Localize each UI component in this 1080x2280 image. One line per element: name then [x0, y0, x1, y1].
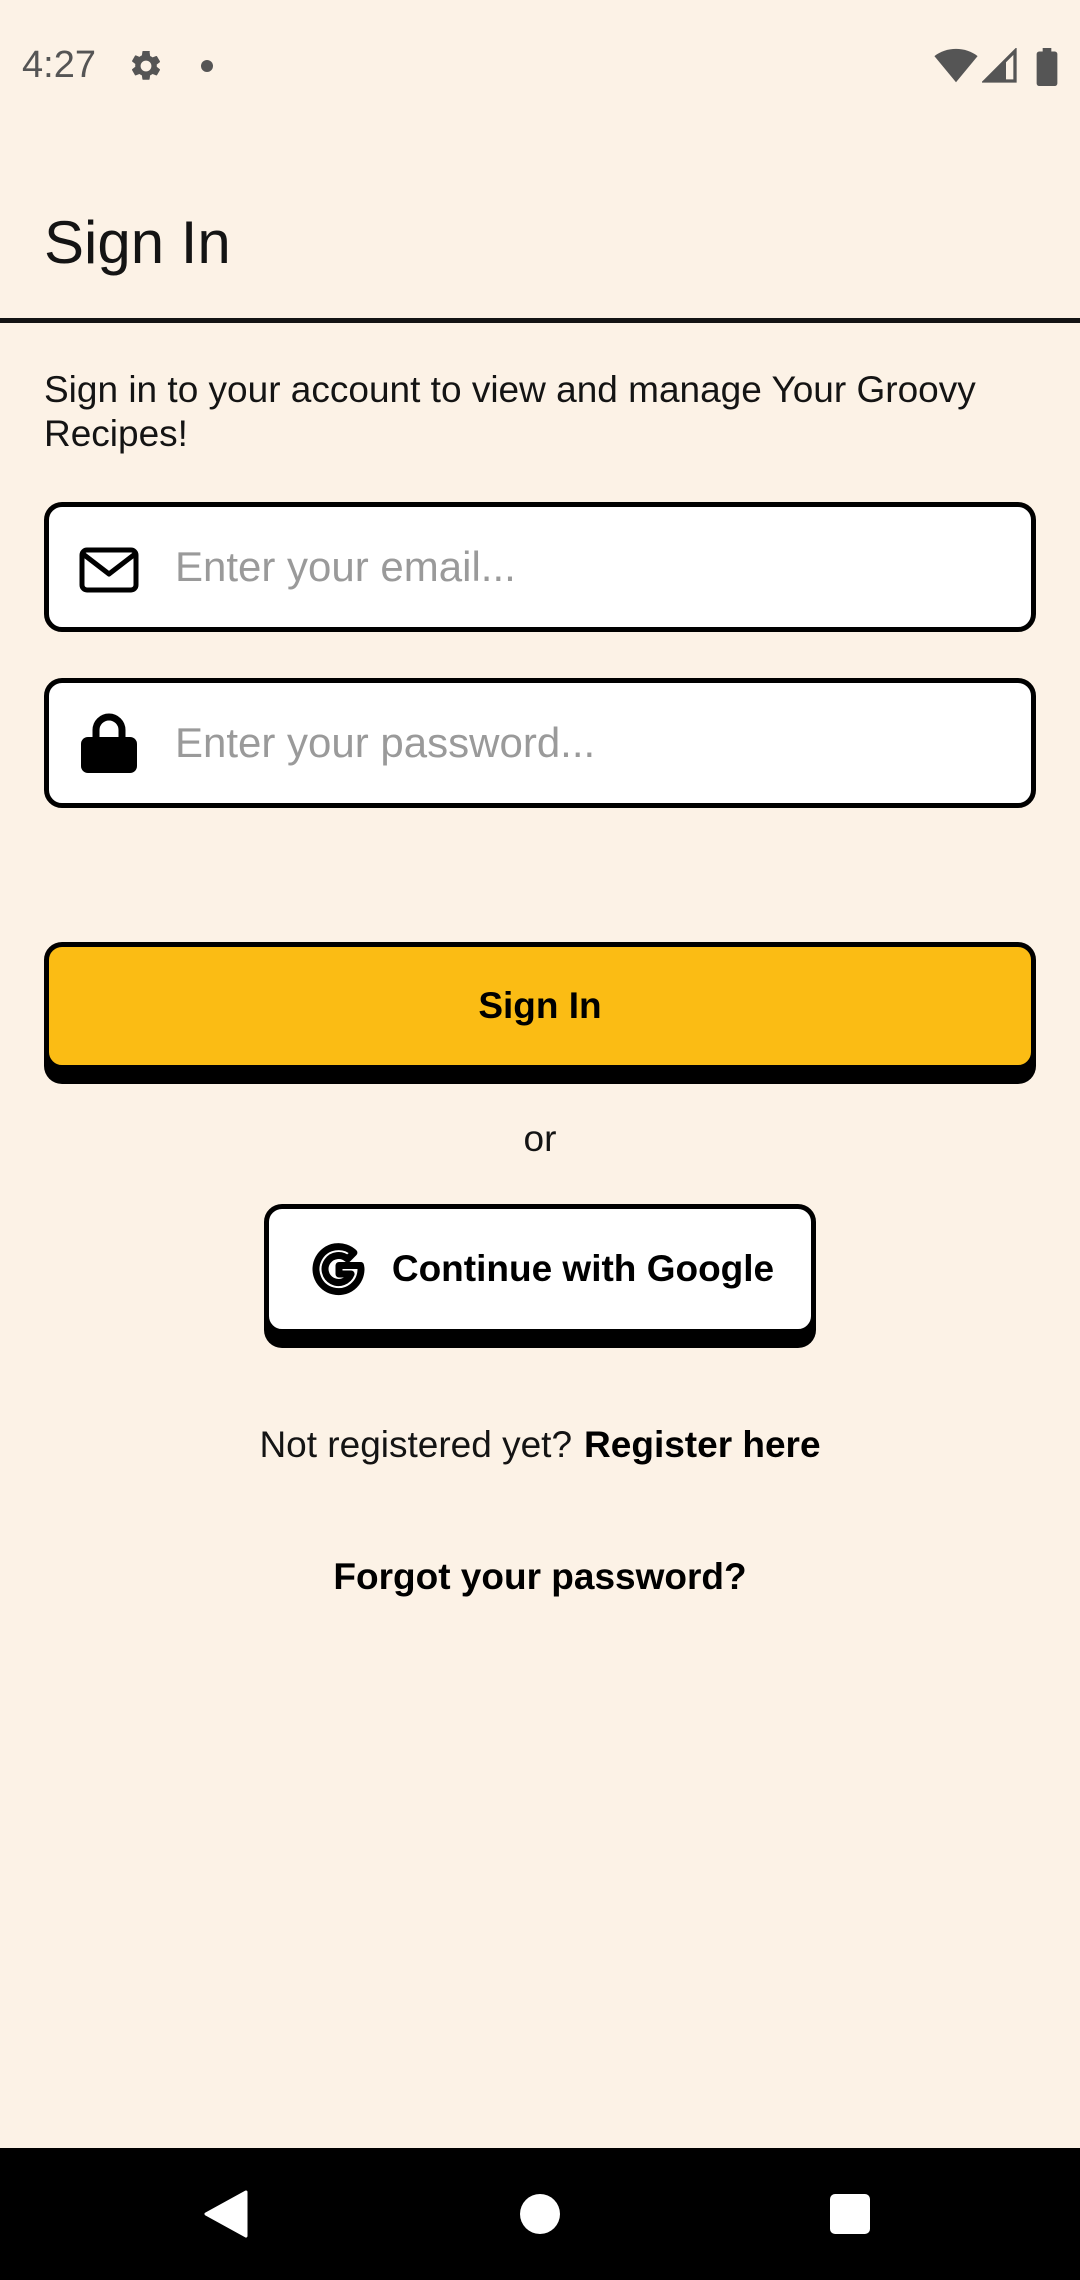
lock-icon: [81, 713, 137, 773]
password-input[interactable]: [175, 703, 1015, 783]
email-field[interactable]: [44, 502, 1036, 632]
battery-icon: [1036, 48, 1058, 86]
register-row: Not registered yet? Register here: [0, 1424, 1080, 1466]
gear-icon: [131, 50, 161, 80]
system-navigation-bar: [0, 2148, 1080, 2280]
sign-in-screen: 4:27 Sign In Sign in to your account to …: [0, 0, 1080, 2280]
register-link[interactable]: Register here: [584, 1424, 821, 1465]
sign-in-button[interactable]: Sign In: [44, 942, 1036, 1070]
sign-in-button-label: Sign In: [478, 985, 602, 1026]
email-input[interactable]: [175, 527, 1015, 607]
register-prompt: Not registered yet?: [259, 1424, 573, 1465]
envelope-icon: [79, 547, 139, 593]
header-divider: [0, 318, 1080, 323]
or-separator: or: [523, 1118, 557, 1159]
recents-icon[interactable]: [830, 2194, 870, 2234]
home-icon[interactable]: [520, 2194, 560, 2234]
wifi-icon: [934, 48, 978, 83]
sign-in-description: Sign in to your account to view and mana…: [44, 369, 976, 454]
google-icon: [312, 1243, 365, 1296]
signal-icon: [982, 48, 1017, 83]
google-button-label: Continue with Google: [391, 1248, 775, 1289]
notification-dot: [201, 60, 213, 72]
continue-with-google-button[interactable]: Continue with Google: [264, 1204, 816, 1334]
status-time: 4:27: [22, 44, 96, 86]
page-title: Sign In: [44, 209, 231, 276]
back-icon[interactable]: [204, 2190, 248, 2238]
password-field[interactable]: [44, 678, 1036, 808]
status-bar: 4:27: [0, 0, 1080, 134]
forgot-password-link[interactable]: Forgot your password?: [0, 1556, 1080, 1598]
